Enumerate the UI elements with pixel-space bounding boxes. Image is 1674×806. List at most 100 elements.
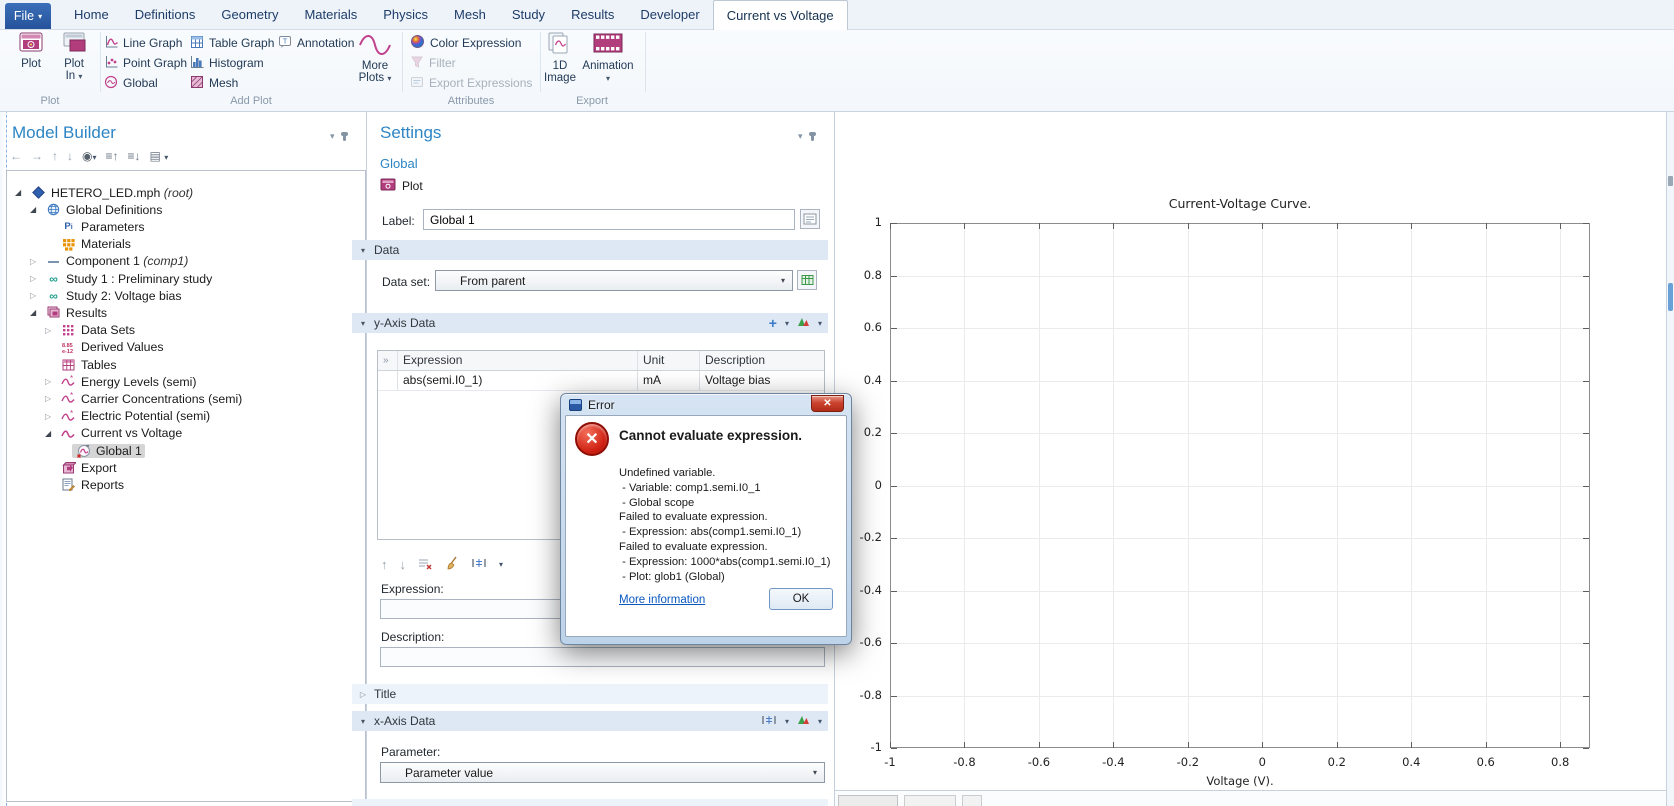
animation-button[interactable]: Animation ▾ [582, 31, 634, 93]
section-y-axis-data[interactable]: ▾ y-Axis Data + ▾ ▾ [352, 313, 828, 333]
back-arrow-icon[interactable]: ← [10, 149, 22, 163]
tree-item-tables[interactable]: Tables [45, 356, 120, 373]
tree-item-global-1[interactable]: Global 1 [60, 442, 145, 459]
tab-definitions[interactable]: Definitions [122, 0, 209, 29]
tree-item-electric-potential-semi[interactable]: ▷*Electric Potential (semi) [45, 408, 213, 425]
expand-all-icon[interactable]: ≡↓ [128, 149, 141, 163]
tree-collapse-icon[interactable]: ◢ [45, 429, 57, 438]
label-options-button[interactable] [800, 209, 820, 229]
settings-panel-controls[interactable]: ▾ [798, 131, 814, 142]
global-button[interactable]: Global [104, 73, 158, 93]
chevron-down-icon[interactable]: ▾ [785, 319, 789, 328]
chevron-down-icon[interactable]: ▾ [798, 131, 803, 142]
bottom-tab-stub[interactable] [838, 795, 898, 806]
tree-expand-icon[interactable]: ▷ [30, 274, 42, 283]
tab-mesh[interactable]: Mesh [441, 0, 499, 29]
cell-expression[interactable]: abs(semi.I0_1) [398, 371, 638, 390]
pin-icon[interactable] [343, 132, 346, 141]
ok-button[interactable]: OK [769, 588, 833, 610]
cell-unit[interactable]: mA [638, 371, 700, 390]
tab-physics[interactable]: Physics [370, 0, 441, 29]
tab-current-vs-voltage[interactable]: Current vs Voltage [713, 0, 848, 30]
plot-section-icon[interactable] [797, 714, 810, 728]
collapse-all-icon[interactable]: ≡↑ [106, 149, 119, 163]
chevron-down-icon[interactable]: ▾ [330, 131, 335, 142]
tab-materials[interactable]: Materials [291, 0, 370, 29]
node-options-icon[interactable]: ▤ ▾ [150, 149, 169, 163]
tree-item-materials[interactable]: Materials [45, 236, 134, 253]
tree-item-data-sets[interactable]: ▷Data Sets [45, 322, 138, 339]
plot-in-button[interactable]: Plot In ▾ [53, 31, 95, 93]
section-x-axis-data[interactable]: ▾ x-Axis Data ▾ ▾ [352, 711, 828, 731]
plot-section-icon[interactable] [797, 316, 810, 330]
close-button[interactable]: ✕ [811, 395, 844, 412]
move-down-icon[interactable]: ↓ [400, 557, 407, 572]
table-options-icon[interactable] [471, 557, 487, 572]
expression-table-row[interactable]: abs(semi.I0_1)mAVoltage bias [378, 371, 824, 391]
delete-row-icon[interactable] [418, 557, 433, 573]
pin-icon[interactable] [811, 132, 814, 141]
tab-home[interactable]: Home [61, 0, 122, 29]
move-up-icon[interactable]: ↑ [381, 557, 388, 572]
model-builder-panel-controls[interactable]: ▾ [330, 131, 346, 142]
1d-image-button[interactable]: 1D Image [543, 31, 577, 93]
tab-geometry[interactable]: Geometry [208, 0, 291, 29]
more-information-link[interactable]: More information [619, 594, 705, 606]
dataset-edit-button[interactable] [797, 270, 817, 290]
tree-item-study-1-preliminary-study[interactable]: ▷∞Study 1 : Preliminary study [30, 270, 215, 287]
label-input[interactable] [423, 209, 795, 230]
tree-collapse-icon[interactable]: ◢ [15, 188, 27, 197]
tab-results[interactable]: Results [558, 0, 627, 29]
tree-item-carrier-concentrations-semi[interactable]: ▷*Carrier Concentrations (semi) [45, 390, 245, 407]
tree-expand-icon[interactable]: ▷ [45, 394, 57, 403]
column-reorder-handle[interactable]: » [378, 351, 398, 370]
mesh-button[interactable]: Mesh [190, 73, 238, 93]
show-eye-icon[interactable]: ◉▾ [82, 149, 97, 163]
plot-button[interactable]: Plot [12, 31, 50, 93]
replace-expression-icon[interactable] [761, 714, 777, 729]
tree-item-derived-values[interactable]: 8.85e-12Derived Values [45, 339, 166, 356]
point-graph-button[interactable]: Point Graph [104, 53, 187, 73]
chevron-down-icon[interactable]: ▾ [499, 560, 503, 569]
tree-item-reports[interactable]: Reports [45, 476, 127, 493]
tree-item-global-definitions[interactable]: ◢Global Definitions [30, 201, 165, 218]
parameter-combobox[interactable]: Parameter value ▾ [380, 762, 825, 783]
column-header-description[interactable]: Description [700, 351, 824, 370]
section-title[interactable]: ▷ Title [352, 684, 828, 704]
add-expression-icon[interactable]: + [769, 318, 777, 328]
line-graph-button[interactable]: Line Graph [104, 33, 182, 53]
file-menu-button[interactable]: File ▾ [5, 3, 51, 29]
bottom-tab-stub[interactable] [904, 795, 956, 806]
clear-table-icon[interactable] [445, 556, 459, 573]
column-header-unit[interactable]: Unit [638, 351, 700, 370]
scrollbar-thumb[interactable] [1668, 283, 1673, 311]
chevron-down-icon[interactable]: ▾ [818, 717, 822, 726]
column-header-expression[interactable]: Expression [398, 351, 638, 370]
tree-item-parameters[interactable]: PiParameters [45, 218, 148, 235]
tree-expand-icon[interactable]: ▷ [45, 326, 57, 335]
tree-item-export[interactable]: Export [45, 459, 120, 476]
tree-expand-icon[interactable]: ▷ [45, 377, 57, 386]
annotation-button[interactable]: T Annotation [278, 33, 354, 53]
table-graph-button[interactable]: Table Graph [190, 33, 274, 53]
section-data[interactable]: ▾ Data [352, 240, 828, 260]
tree-item-results[interactable]: ◢Results [30, 304, 110, 321]
move-down-icon[interactable]: ↓ [67, 149, 73, 163]
histogram-button[interactable]: Histogram [190, 53, 264, 73]
tree-expand-icon[interactable]: ▷ [30, 257, 42, 266]
tab-developer[interactable]: Developer [627, 0, 712, 29]
tree-collapse-icon[interactable]: ◢ [30, 308, 42, 317]
tree-item-energy-levels-semi[interactable]: ▷*Energy Levels (semi) [45, 373, 200, 390]
tree-item-hetero-led-mph[interactable]: ◢HETERO_LED.mph (root) [15, 184, 196, 201]
cell-description[interactable]: Voltage bias [700, 371, 824, 390]
bottom-tab-stub[interactable] [962, 795, 982, 806]
description-input[interactable] [380, 647, 825, 667]
chevron-down-icon[interactable]: ▾ [818, 319, 822, 328]
more-plots-button[interactable]: More Plots ▾ [352, 31, 398, 93]
row-handle[interactable] [378, 371, 398, 390]
move-up-icon[interactable]: ↑ [52, 149, 58, 163]
chevron-down-icon[interactable]: ▾ [785, 717, 789, 726]
tab-study[interactable]: Study [499, 0, 558, 29]
settings-plot-button[interactable]: Plot [380, 178, 423, 194]
tree-expand-icon[interactable]: ▷ [30, 291, 42, 300]
